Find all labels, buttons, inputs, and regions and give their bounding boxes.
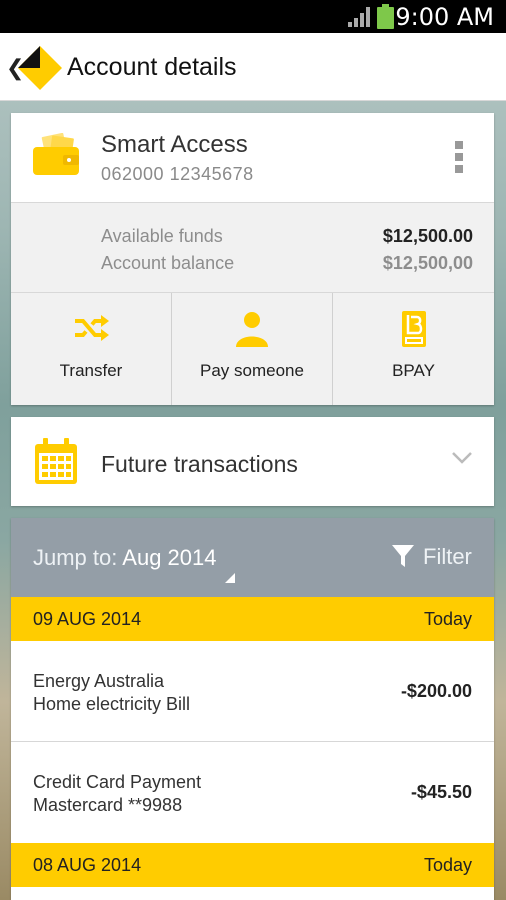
more-options-icon[interactable]: [455, 141, 465, 173]
available-funds-label: Available funds: [101, 226, 223, 246]
bank-logo-icon[interactable]: [18, 46, 62, 90]
battery-icon: [377, 4, 394, 29]
jump-to-month: Aug 2014: [122, 545, 217, 570]
transaction-payee: Energy Australia: [33, 671, 165, 691]
transaction-amount: -$45.50: [410, 782, 472, 802]
filter-icon[interactable]: [392, 545, 414, 567]
date-header-today: Today: [423, 855, 472, 875]
transaction-amount: -$200.00: [400, 681, 472, 701]
signal-icon: [348, 7, 370, 27]
transaction-payee: Credit Card Payment: [33, 772, 202, 792]
transfer-icon: [75, 315, 109, 341]
page-title: Account details: [67, 53, 237, 81]
account-card: Smart Access 062000 12345678 Available f…: [11, 113, 494, 405]
status-time: 9:00 AM: [395, 3, 494, 31]
transaction-description: Mastercard **9988: [33, 795, 183, 815]
transfer-label: Transfer: [59, 361, 123, 380]
transactions-card: Jump to: Aug 2014 Filter 09 AUG 2014 Tod…: [11, 518, 494, 900]
transaction-description: Home electricity Bill: [33, 694, 191, 714]
balances-panel: Available funds $12,500.00 Account balan…: [11, 202, 494, 293]
transfer-button[interactable]: Transfer: [11, 293, 172, 405]
date-header-date: 08 AUG 2014: [33, 855, 142, 875]
app-bar: ❮ Account details: [0, 33, 506, 101]
bpay-button[interactable]: BPAY: [333, 293, 494, 405]
action-buttons: Transfer Pay someone BPAY: [11, 293, 494, 405]
bpay-icon: [401, 311, 426, 347]
chevron-down-icon[interactable]: [451, 451, 473, 465]
jump-to-bar: Jump to: Aug 2014 Filter: [11, 518, 494, 597]
person-icon: [236, 312, 268, 347]
dropdown-caret-icon[interactable]: [225, 573, 235, 583]
transaction-row[interactable]: Credit Card Payment Mastercard **9988 -$…: [11, 742, 494, 843]
filter-button[interactable]: Filter: [423, 544, 472, 570]
status-bar: 9:00 AM: [0, 0, 506, 33]
pay-someone-label: Pay someone: [200, 361, 304, 380]
calendar-icon: [35, 438, 77, 484]
date-header-today: Today: [423, 609, 472, 629]
account-number: 062000 12345678: [101, 164, 254, 184]
date-header: 08 AUG 2014 Today: [11, 843, 494, 887]
account-name: Smart Access: [101, 131, 248, 158]
jump-to-label: Jump to:: [33, 545, 123, 570]
jump-to-selector[interactable]: Jump to: Aug 2014: [33, 545, 216, 571]
wallet-icon: [33, 133, 79, 175]
date-header: 09 AUG 2014 Today: [11, 597, 494, 641]
pay-someone-button[interactable]: Pay someone: [172, 293, 333, 405]
account-header[interactable]: Smart Access 062000 12345678: [11, 113, 494, 202]
date-header-date: 09 AUG 2014: [33, 609, 142, 629]
transaction-row[interactable]: Energy Australia Home electricity Bill -…: [11, 641, 494, 742]
available-funds-value: $12,500.00: [382, 226, 473, 246]
bpay-label: BPAY: [392, 361, 435, 380]
account-balance-label: Account balance: [101, 253, 235, 273]
future-transactions-label: Future transactions: [101, 451, 298, 477]
future-transactions-row[interactable]: Future transactions: [11, 417, 494, 506]
account-balance-value: $12,500,00: [382, 253, 473, 273]
